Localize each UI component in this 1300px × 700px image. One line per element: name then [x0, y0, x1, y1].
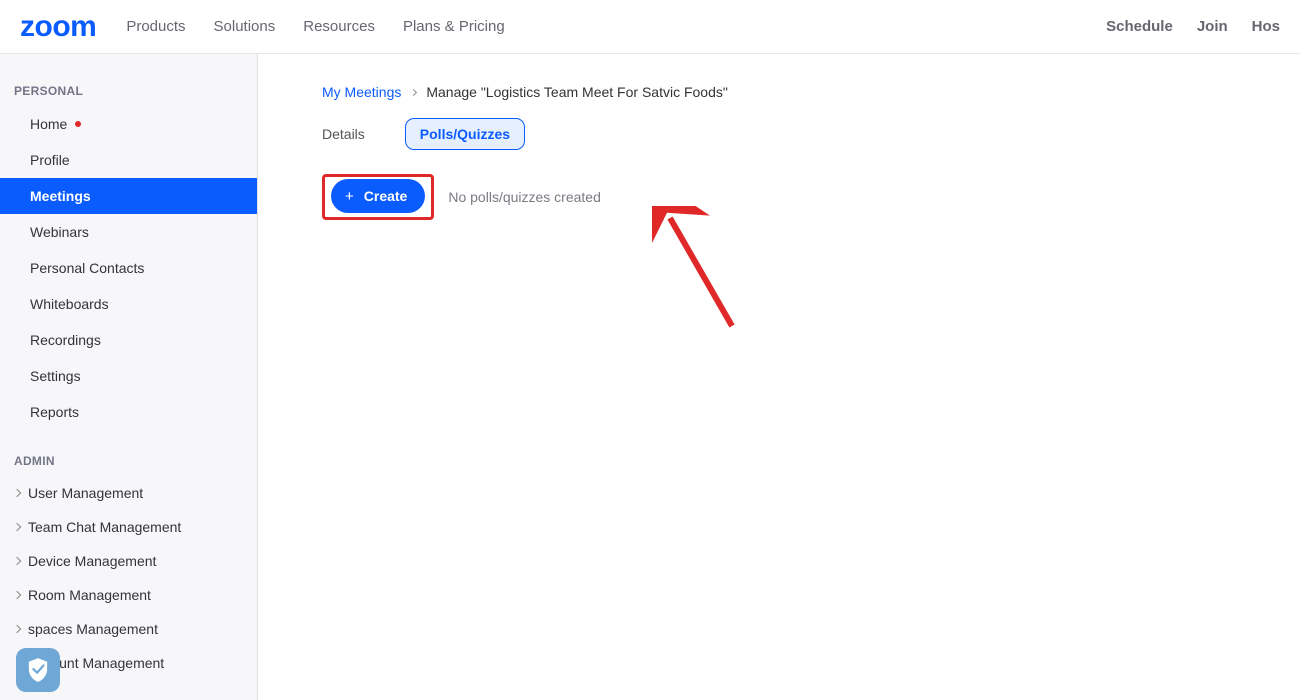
nav-host[interactable]: Hos	[1252, 18, 1280, 35]
sidebar: PERSONAL Home Profile Meetings Webinars …	[0, 54, 258, 700]
sidebar-item-label: Device Management	[28, 553, 156, 569]
create-button[interactable]: + Create	[331, 179, 425, 213]
chevron-right-icon	[13, 489, 21, 497]
top-nav-left: Products Solutions Resources Plans & Pri…	[126, 18, 504, 35]
notification-dot-icon	[75, 121, 81, 127]
sidebar-item-settings[interactable]: Settings	[0, 358, 257, 394]
sidebar-item-home[interactable]: Home	[0, 106, 257, 142]
top-nav: zoom Products Solutions Resources Plans …	[0, 0, 1300, 54]
sidebar-section-admin: ADMIN	[0, 444, 257, 476]
create-button-label: Create	[364, 188, 408, 204]
zoom-logo[interactable]: zoom	[20, 10, 96, 44]
shield-icon	[27, 657, 49, 683]
security-badge-icon[interactable]	[16, 648, 60, 692]
breadcrumb: My Meetings Manage "Logistics Team Meet …	[322, 84, 1260, 100]
sidebar-item-team-chat-management[interactable]: Team Chat Management	[0, 510, 257, 544]
nav-solutions[interactable]: Solutions	[214, 18, 276, 35]
breadcrumb-current: Manage "Logistics Team Meet For Satvic F…	[426, 84, 727, 100]
sidebar-item-webinars[interactable]: Webinars	[0, 214, 257, 250]
sidebar-item-reports[interactable]: Reports	[0, 394, 257, 430]
sidebar-item-profile[interactable]: Profile	[0, 142, 257, 178]
sidebar-item-label: Room Management	[28, 587, 151, 603]
sidebar-item-label: Meetings	[30, 188, 91, 204]
chevron-right-icon	[410, 88, 417, 95]
tab-details[interactable]: Details	[322, 126, 365, 142]
empty-state-text: No polls/quizzes created	[448, 189, 601, 205]
chevron-right-icon	[13, 523, 21, 531]
tab-polls-quizzes[interactable]: Polls/Quizzes	[405, 118, 525, 150]
nav-join[interactable]: Join	[1197, 18, 1228, 35]
sidebar-item-device-management[interactable]: Device Management	[0, 544, 257, 578]
sidebar-item-whiteboards[interactable]: Whiteboards	[0, 286, 257, 322]
annotation-arrow-icon	[652, 206, 762, 346]
sidebar-item-label: Personal Contacts	[30, 260, 144, 276]
sidebar-item-label: Profile	[30, 152, 70, 168]
nav-products[interactable]: Products	[126, 18, 185, 35]
sidebar-item-workspaces-management[interactable]: spaces Management	[0, 612, 257, 646]
tabs: Details Polls/Quizzes	[322, 118, 1260, 150]
breadcrumb-link-my-meetings[interactable]: My Meetings	[322, 84, 401, 100]
sidebar-item-label: spaces Management	[28, 621, 158, 637]
layout: PERSONAL Home Profile Meetings Webinars …	[0, 54, 1300, 700]
sidebar-item-label: Home	[30, 116, 67, 132]
sidebar-item-recordings[interactable]: Recordings	[0, 322, 257, 358]
sidebar-item-meetings[interactable]: Meetings	[0, 178, 257, 214]
sidebar-item-personal-contacts[interactable]: Personal Contacts	[0, 250, 257, 286]
nav-resources[interactable]: Resources	[303, 18, 375, 35]
action-row: + Create No polls/quizzes created	[322, 174, 1260, 220]
chevron-right-icon	[13, 591, 21, 599]
sidebar-item-label: Reports	[30, 404, 79, 420]
sidebar-item-room-management[interactable]: Room Management	[0, 578, 257, 612]
annotation-highlight-box: + Create	[322, 174, 434, 220]
chevron-right-icon	[13, 557, 21, 565]
nav-plans-pricing[interactable]: Plans & Pricing	[403, 18, 505, 35]
sidebar-item-label: Recordings	[30, 332, 101, 348]
nav-schedule[interactable]: Schedule	[1106, 18, 1173, 35]
top-nav-right: Schedule Join Hos	[1106, 18, 1280, 35]
sidebar-item-label: Whiteboards	[30, 296, 109, 312]
sidebar-item-label: Team Chat Management	[28, 519, 181, 535]
chevron-right-icon	[13, 625, 21, 633]
sidebar-item-user-management[interactable]: User Management	[0, 476, 257, 510]
sidebar-section-personal: PERSONAL	[0, 74, 257, 106]
sidebar-item-label: Webinars	[30, 224, 89, 240]
main-content: My Meetings Manage "Logistics Team Meet …	[258, 54, 1300, 700]
plus-icon: +	[345, 189, 354, 204]
sidebar-item-label: User Management	[28, 485, 143, 501]
sidebar-item-label: Settings	[30, 368, 81, 384]
